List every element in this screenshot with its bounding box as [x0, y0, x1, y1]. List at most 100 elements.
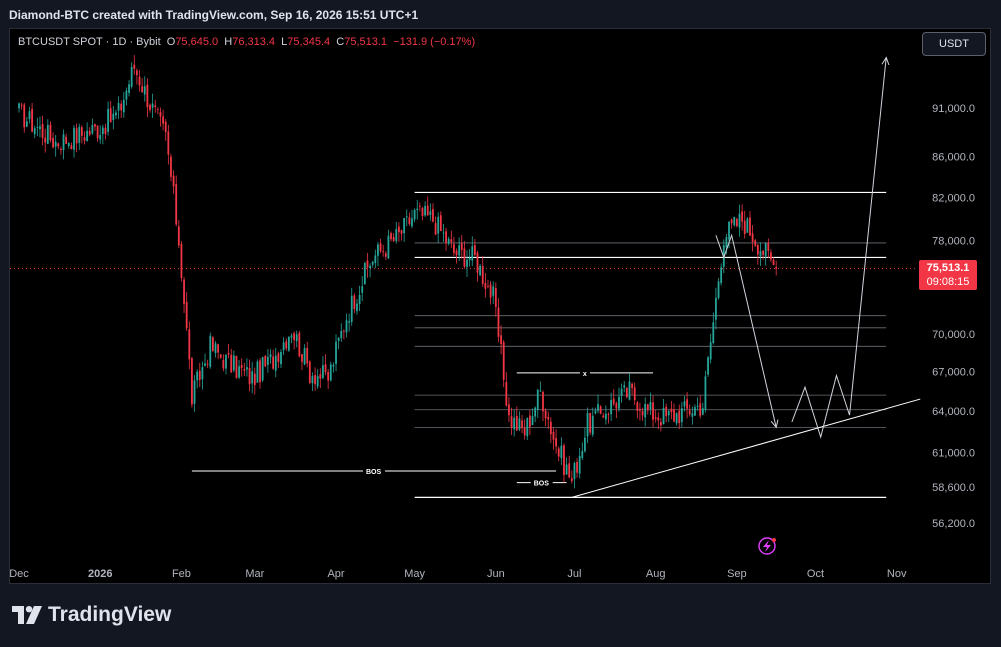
- candle-body[interactable]: [162, 116, 164, 124]
- candle-body[interactable]: [117, 103, 120, 111]
- candle-body[interactable]: [555, 438, 557, 447]
- projection-path[interactable]: [715, 233, 777, 428]
- candle-body[interactable]: [738, 213, 741, 228]
- candle-body[interactable]: [222, 360, 225, 369]
- candle-body[interactable]: [41, 123, 44, 138]
- candle-body[interactable]: [565, 464, 568, 475]
- candle-body[interactable]: [361, 286, 364, 293]
- candle-body[interactable]: [735, 218, 738, 226]
- candle-body[interactable]: [696, 405, 699, 407]
- candle-body[interactable]: [345, 320, 348, 333]
- candle-body[interactable]: [602, 415, 605, 418]
- candle-body[interactable]: [243, 369, 246, 371]
- candle-body[interactable]: [146, 84, 149, 108]
- candle-body[interactable]: [683, 401, 686, 407]
- candle-body[interactable]: [526, 417, 529, 437]
- candle-body[interactable]: [471, 246, 474, 261]
- trendline[interactable]: [571, 398, 921, 498]
- candle-body[interactable]: [324, 364, 327, 373]
- candle-body[interactable]: [101, 127, 104, 135]
- candle-body[interactable]: [83, 137, 86, 141]
- candle-body[interactable]: [762, 250, 764, 255]
- candle-body[interactable]: [468, 258, 471, 261]
- candle-body[interactable]: [741, 211, 744, 222]
- candle-body[interactable]: [293, 333, 295, 341]
- candle-body[interactable]: [88, 130, 91, 135]
- candle-body[interactable]: [285, 341, 288, 349]
- candle-body[interactable]: [206, 363, 209, 365]
- candle-body[interactable]: [125, 90, 128, 100]
- candle-body[interactable]: [704, 376, 707, 410]
- candle-body[interactable]: [717, 281, 720, 298]
- candle-body[interactable]: [340, 330, 343, 339]
- candle-body[interactable]: [348, 321, 351, 323]
- candle-body[interactable]: [287, 336, 290, 351]
- candle-body[interactable]: [52, 138, 54, 148]
- candle-body[interactable]: [366, 260, 369, 268]
- candle-body[interactable]: [542, 392, 544, 412]
- candle-body[interactable]: [141, 86, 144, 93]
- candle-body[interactable]: [646, 404, 649, 411]
- candle-body[interactable]: [188, 329, 191, 360]
- candle-body[interactable]: [772, 259, 775, 266]
- candle-body[interactable]: [500, 335, 502, 345]
- candle-body[interactable]: [594, 410, 597, 414]
- candle-body[interactable]: [109, 108, 112, 123]
- candle-body[interactable]: [759, 251, 762, 257]
- candle-body[interactable]: [770, 252, 772, 260]
- candle-body[interactable]: [290, 335, 293, 338]
- candle-body[interactable]: [306, 347, 309, 364]
- candle-body[interactable]: [508, 404, 510, 416]
- candle-body[interactable]: [363, 263, 366, 285]
- candle-body[interactable]: [232, 355, 235, 371]
- candle-body[interactable]: [180, 244, 183, 279]
- candle-body[interactable]: [143, 86, 146, 95]
- candle-body[interactable]: [641, 411, 644, 416]
- candle-body[interactable]: [319, 374, 322, 379]
- candle-body[interactable]: [62, 134, 65, 151]
- candle-body[interactable]: [149, 104, 151, 111]
- candle-body[interactable]: [644, 404, 647, 418]
- candle-body[interactable]: [327, 372, 330, 381]
- candle-body[interactable]: [329, 364, 332, 381]
- candle-body[interactable]: [201, 367, 204, 380]
- candle-body[interactable]: [248, 367, 251, 385]
- candle-body[interactable]: [660, 422, 662, 426]
- candle-body[interactable]: [183, 279, 185, 304]
- candle-body[interactable]: [49, 124, 52, 141]
- candle-body[interactable]: [628, 381, 631, 400]
- candle-body[interactable]: [214, 343, 217, 353]
- candle-body[interactable]: [154, 105, 157, 107]
- candle-body[interactable]: [510, 416, 513, 428]
- candle-body[interactable]: [607, 413, 610, 415]
- candle-body[interactable]: [597, 404, 599, 411]
- candle-body[interactable]: [586, 413, 589, 437]
- candle-body[interactable]: [120, 103, 123, 111]
- candle-body[interactable]: [568, 463, 571, 478]
- candle-body[interactable]: [563, 445, 565, 475]
- candle-body[interactable]: [204, 363, 206, 366]
- candle-body[interactable]: [177, 226, 180, 246]
- candle-body[interactable]: [560, 445, 563, 459]
- candle-body[interactable]: [494, 288, 497, 307]
- candle-body[interactable]: [754, 240, 757, 246]
- candle-body[interactable]: [523, 428, 526, 436]
- candle-body[interactable]: [749, 217, 751, 236]
- candle-body[interactable]: [531, 416, 534, 426]
- candle-body[interactable]: [439, 215, 442, 232]
- candle-body[interactable]: [136, 70, 138, 76]
- candle-body[interactable]: [489, 284, 492, 298]
- candle-body[interactable]: [23, 104, 26, 128]
- candle-body[interactable]: [686, 399, 688, 409]
- candle-body[interactable]: [371, 261, 374, 265]
- candle-body[interactable]: [259, 360, 261, 383]
- candle-body[interactable]: [209, 335, 212, 367]
- candle-body[interactable]: [557, 448, 560, 457]
- candle-body[interactable]: [332, 364, 335, 367]
- candle-body[interactable]: [591, 415, 594, 435]
- candle-body[interactable]: [618, 396, 620, 409]
- candle-body[interactable]: [631, 383, 633, 388]
- candle-body[interactable]: [172, 175, 175, 187]
- candle-body[interactable]: [175, 184, 178, 225]
- candle-body[interactable]: [342, 330, 345, 332]
